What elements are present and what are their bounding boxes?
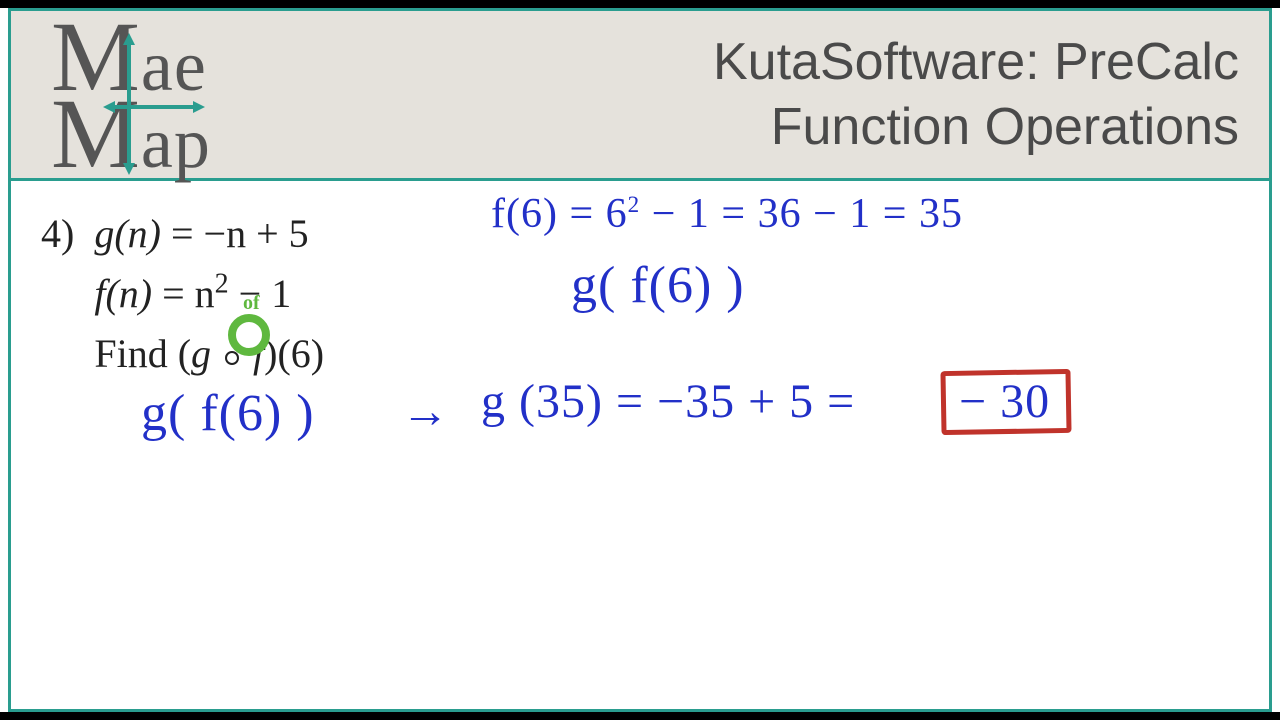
problem-statement: 4) g(n) = −n + 5 4) f(n) = n2 − 1 4) Fin…: [41, 204, 324, 384]
logo-m2: M: [51, 86, 141, 181]
title-line1: KutaSoftware: PreCalc: [713, 30, 1239, 95]
problem-number: 4): [41, 211, 74, 256]
answer-box: [940, 369, 1071, 435]
logo: Mae Map: [51, 9, 211, 181]
arrow-icon: →: [401, 384, 449, 439]
work-g35: g (35) = −35 + 5 =: [481, 374, 855, 429]
slide-content: 4) g(n) = −n + 5 4) f(n) = n2 − 1 4) Fin…: [11, 184, 1269, 709]
slide-title: KutaSoftware: PreCalc Function Operation…: [713, 30, 1239, 160]
find-line: Find (g f)(6): [94, 331, 324, 376]
slide-header: Mae Map KutaSoftware: PreCalc Function O…: [11, 11, 1269, 181]
g-def: g(n) = −n + 5: [94, 211, 308, 256]
work-gf6-left: g( f(6) ): [141, 384, 315, 443]
green-circle-annotation: [228, 314, 270, 356]
letterbox-bottom: [0, 712, 1280, 720]
letterbox-top: [0, 0, 1280, 8]
of-annotation: of: [243, 292, 260, 315]
logo-line2: Map: [51, 86, 211, 181]
compose-icon: [225, 351, 239, 365]
work-gf6-top: g( f(6) ): [571, 256, 745, 315]
f-def: f(n) = n2 − 1: [94, 271, 291, 316]
title-line2: Function Operations: [713, 95, 1239, 160]
work-f6: f(6) = 62 − 1 = 36 − 1 = 35: [491, 190, 963, 238]
logo-ap: ap: [141, 103, 211, 183]
